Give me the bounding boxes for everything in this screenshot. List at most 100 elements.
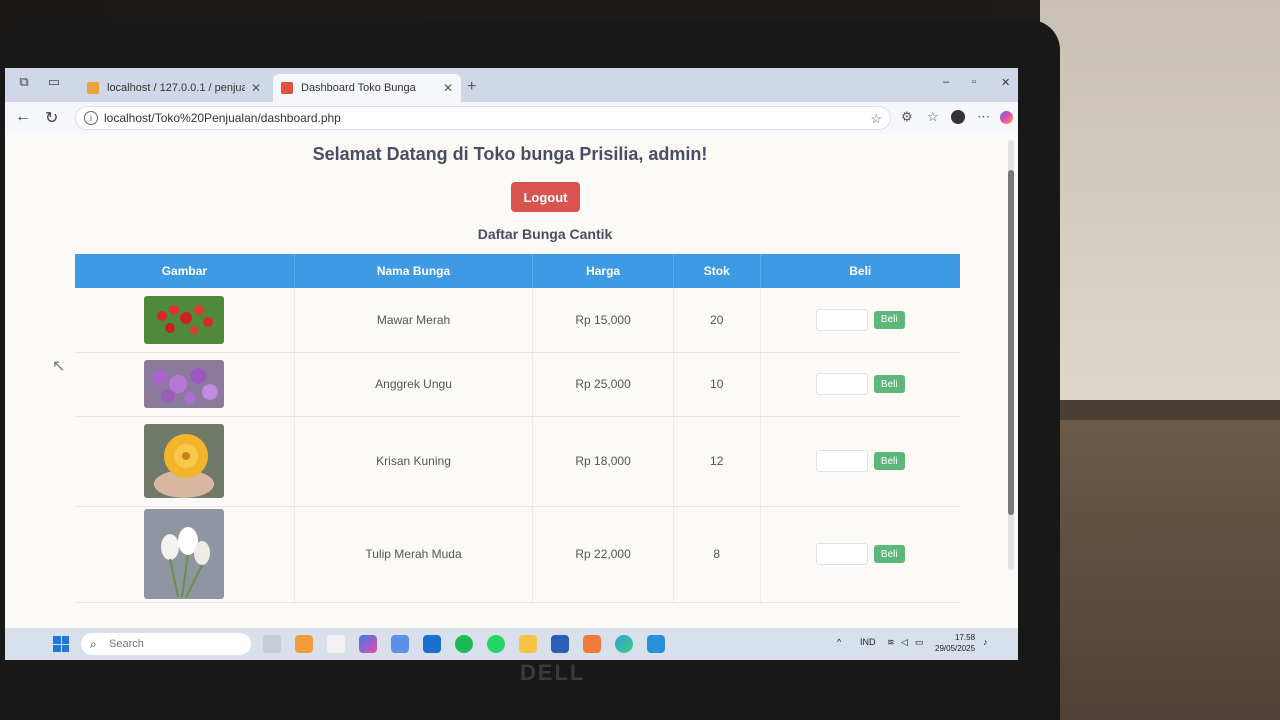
- show-hidden-icons-icon[interactable]: ^: [837, 637, 841, 647]
- wood-cabinet: [1040, 420, 1280, 720]
- tab-phpmyadmin[interactable]: localhost / 127.0.0.1 / penjualan_ ✕: [79, 74, 269, 102]
- widgets-icon[interactable]: [295, 635, 313, 653]
- language-indicator[interactable]: IND: [860, 637, 876, 647]
- buy-controls: Beli: [762, 308, 959, 331]
- flower-stock: 20: [673, 288, 761, 353]
- word-icon[interactable]: [551, 635, 569, 653]
- volume-icon[interactable]: ◁: [901, 637, 908, 648]
- spotify-icon[interactable]: [455, 635, 473, 653]
- file-icon[interactable]: [327, 635, 345, 653]
- dashboard-page: Selamat Datang di Toko bunga Prisilia, a…: [5, 134, 1003, 634]
- clock[interactable]: 17.58 29/05/2025: [935, 632, 975, 654]
- tab-label: Dashboard Toko Bunga: [301, 82, 416, 94]
- search-icon: ⌕: [90, 637, 97, 651]
- table-title: Daftar Bunga Cantik: [477, 226, 613, 242]
- workspaces-icon[interactable]: ⧉: [15, 74, 33, 92]
- beli-button[interactable]: Beli: [873, 375, 905, 393]
- new-tab-button[interactable]: +: [467, 78, 476, 96]
- page-scrollbar[interactable]: [1008, 140, 1014, 570]
- tab-actions-icon[interactable]: ▭: [45, 74, 63, 92]
- clock-time: 17.58: [955, 633, 976, 642]
- extensions-icon[interactable]: ⚙: [901, 109, 913, 125]
- flower-price: Rp 22,000: [532, 506, 674, 603]
- minimize-button[interactable]: –: [943, 76, 949, 88]
- table-row: Anggrek Ungu Rp 25,000 10 Beli: [75, 352, 960, 417]
- column-header-gambar: Gambar: [75, 254, 295, 288]
- mouse-pointer-icon: ↖: [52, 358, 66, 375]
- back-icon[interactable]: ←: [15, 108, 31, 126]
- close-window-button[interactable]: ✕: [1001, 76, 1010, 89]
- wifi-icon[interactable]: ≋: [887, 637, 895, 648]
- taskbar-search-input[interactable]: ⌕ Search: [81, 633, 251, 655]
- windows-start-icon[interactable]: [53, 636, 69, 652]
- tab-dashboard[interactable]: Dashboard Toko Bunga ✕: [273, 74, 461, 102]
- maximize-button[interactable]: ▫: [972, 76, 976, 88]
- column-header-beli: Beli: [760, 254, 960, 288]
- browser-tab-bar: ⧉ ▭ localhost / 127.0.0.1 / penjualan_ ✕…: [5, 68, 1018, 102]
- flower-stock: 8: [673, 506, 761, 603]
- profile-avatar[interactable]: [951, 110, 965, 124]
- quantity-input[interactable]: [815, 373, 868, 395]
- table-row: Mawar Merah Rp 15,000 20 Beli: [75, 288, 960, 353]
- battery-icon[interactable]: ▭: [915, 637, 924, 648]
- purple-orchid-image: [144, 360, 225, 408]
- beli-button[interactable]: Beli: [873, 545, 905, 563]
- more-menu-icon[interactable]: ⋯: [977, 109, 990, 125]
- buy-cell: Beli: [760, 416, 960, 507]
- yellow-flower-image: [144, 424, 225, 498]
- store-icon[interactable]: [391, 635, 409, 653]
- windows-taskbar: ⌕ Search ^ IND ≋ ◁ ▭ 17.58 29/05/2025 ♪: [5, 628, 1018, 660]
- copilot-icon[interactable]: [1000, 111, 1013, 124]
- buy-cell: Beli: [760, 288, 960, 353]
- flower-name: Mawar Merah: [294, 288, 534, 353]
- welcome-heading: Selamat Datang di Toko bunga Prisilia, a…: [312, 144, 708, 164]
- refresh-icon[interactable]: ↻: [45, 108, 58, 128]
- shelf: [1040, 400, 1280, 422]
- outlook-icon[interactable]: [423, 635, 441, 653]
- site-info-icon[interactable]: i: [84, 111, 98, 125]
- copilot-app-icon[interactable]: [359, 635, 377, 653]
- flower-table: Gambar Nama Bunga Harga Stok Beli Mawar …: [75, 254, 960, 603]
- laptop-screen: ⧉ ▭ localhost / 127.0.0.1 / penjualan_ ✕…: [5, 68, 1018, 660]
- vscode-icon[interactable]: [647, 635, 665, 653]
- favorite-star-icon[interactable]: ☆: [870, 108, 882, 130]
- close-tab-icon[interactable]: ✕: [251, 81, 261, 95]
- wall: [1040, 0, 1280, 400]
- quantity-input[interactable]: [815, 543, 868, 565]
- close-tab-icon[interactable]: ✕: [443, 81, 453, 95]
- dell-logo: DELL: [520, 660, 586, 685]
- whatsapp-icon[interactable]: [487, 635, 505, 653]
- tab-label: localhost / 127.0.0.1 / penjualan_: [107, 82, 245, 94]
- logout-button[interactable]: Logout: [511, 182, 580, 212]
- table-row: Tulip Merah Muda Rp 22,000 8 Beli: [75, 506, 960, 603]
- notification-bell-icon[interactable]: ♪: [983, 637, 988, 647]
- search-placeholder: Search: [109, 638, 144, 650]
- scrollbar-thumb[interactable]: [1008, 170, 1014, 515]
- task-view-icon[interactable]: [263, 635, 281, 653]
- buy-cell: Beli: [760, 506, 960, 603]
- quantity-input[interactable]: [815, 308, 868, 331]
- buy-controls: Beli: [762, 450, 959, 472]
- xampp-favicon-icon: [281, 82, 293, 94]
- url-text: localhost/Toko%20Penjualan/dashboard.php: [104, 111, 341, 125]
- image-cell: [75, 288, 295, 353]
- favorites-icon[interactable]: ☆: [927, 109, 939, 125]
- buy-controls: Beli: [762, 373, 959, 395]
- quantity-input[interactable]: [815, 450, 868, 472]
- beli-button[interactable]: Beli: [873, 310, 905, 329]
- edge-icon[interactable]: [615, 635, 633, 653]
- beli-button[interactable]: Beli: [873, 452, 905, 470]
- file-explorer-icon[interactable]: [519, 635, 537, 653]
- flower-stock: 10: [673, 352, 761, 417]
- flower-price: Rp 18,000: [532, 416, 674, 507]
- image-cell: [75, 506, 295, 603]
- column-header-harga: Harga: [532, 254, 674, 288]
- flower-name: Tulip Merah Muda: [294, 506, 534, 603]
- white-tulip-image: [144, 509, 225, 599]
- address-bar[interactable]: i localhost/Toko%20Penjualan/dashboard.p…: [75, 106, 891, 130]
- clock-date: 29/05/2025: [935, 644, 976, 653]
- xampp-icon[interactable]: [583, 635, 601, 653]
- buy-cell: Beli: [760, 352, 960, 417]
- red-roses-image: [144, 295, 225, 344]
- flower-name: Krisan Kuning: [294, 416, 534, 507]
